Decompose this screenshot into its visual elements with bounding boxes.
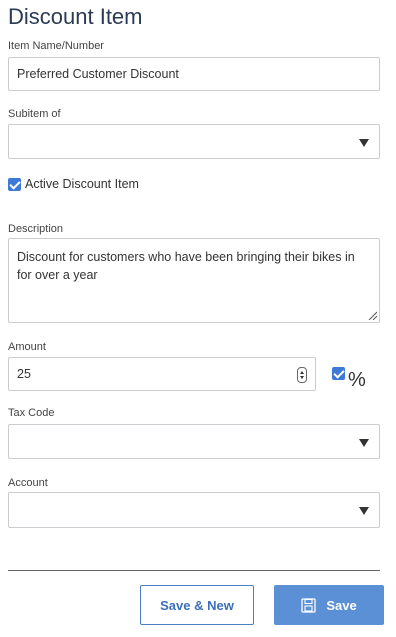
description-textarea[interactable]: Discount for customers who have been bri…: [8, 238, 380, 323]
resize-grip-icon[interactable]: [367, 310, 377, 320]
save-icon: [301, 597, 316, 613]
percent-symbol: %: [348, 369, 366, 391]
save-and-new-button[interactable]: Save & New: [140, 585, 254, 625]
percent-checkbox[interactable]: [332, 367, 345, 380]
page-title: Discount Item: [8, 4, 143, 29]
footer-divider: [8, 570, 380, 571]
chevron-down-icon: [359, 507, 369, 515]
save-button[interactable]: Save: [274, 585, 384, 625]
amount-value: 25: [17, 367, 31, 381]
tax-code-label: Tax Code: [8, 407, 55, 419]
subitem-of-label: Subitem of: [8, 108, 61, 120]
subitem-of-select[interactable]: [8, 124, 380, 159]
tax-code-select[interactable]: [8, 424, 380, 459]
chevron-down-icon: [359, 438, 369, 447]
item-name-value: Preferred Customer Discount: [17, 67, 179, 81]
account-select[interactable]: [8, 492, 380, 528]
account-label: Account: [8, 477, 48, 489]
chevron-down-icon: [359, 138, 369, 147]
amount-label: Amount: [8, 341, 46, 353]
description-value: Discount for customers who have been bri…: [17, 250, 355, 282]
description-label: Description: [8, 223, 64, 235]
amount-field[interactable]: 25: [8, 357, 316, 391]
item-name-label: Item Name/Number: [8, 40, 104, 52]
active-checkbox-label: Active Discount Item: [25, 177, 139, 191]
item-name-field[interactable]: Preferred Customer Discount: [8, 57, 380, 91]
save-label: Save: [326, 597, 357, 613]
active-checkbox[interactable]: [8, 178, 21, 191]
save-and-new-label: Save & New: [160, 597, 234, 613]
spinner-icon[interactable]: [297, 367, 307, 383]
